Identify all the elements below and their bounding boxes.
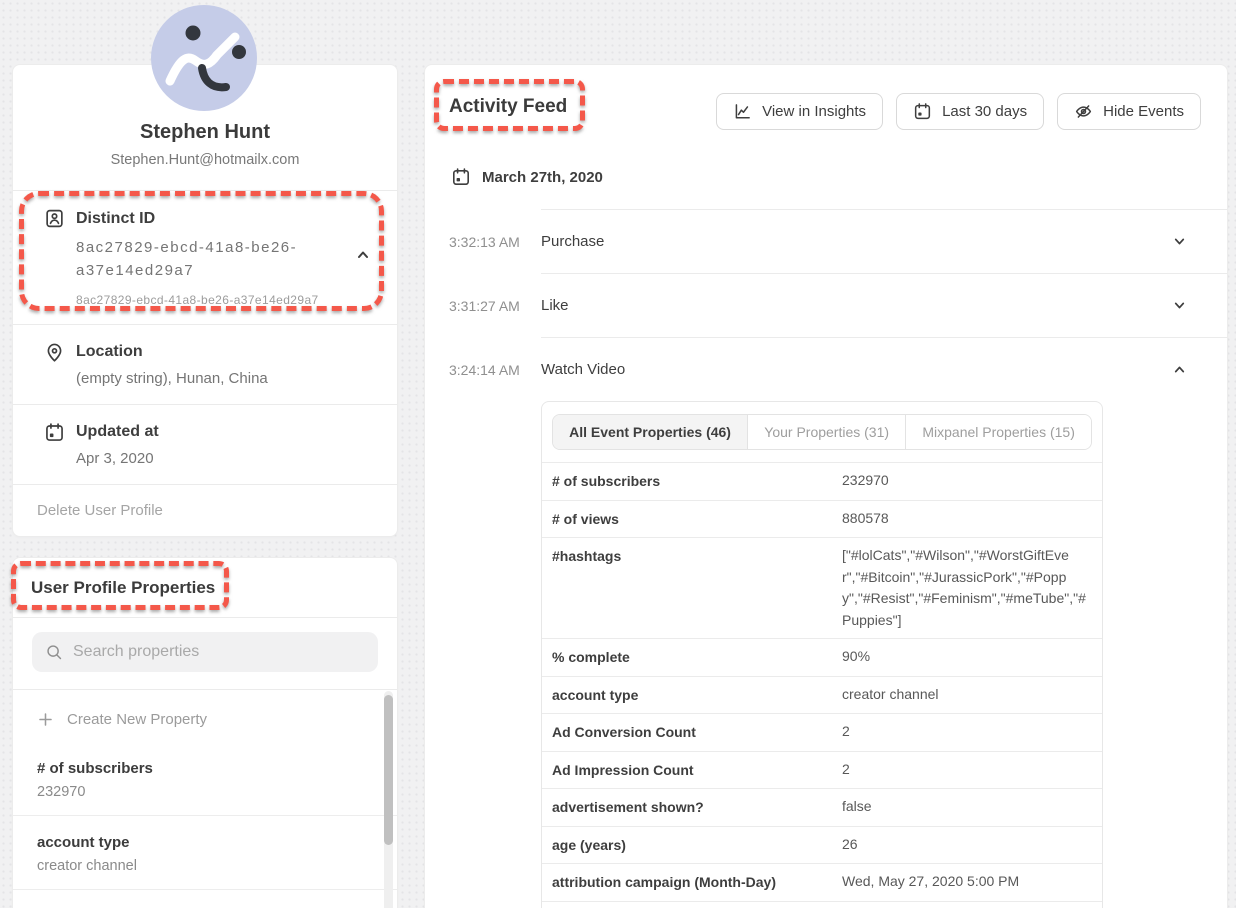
calendar-icon: [451, 167, 471, 187]
property-value: creator channel: [37, 858, 373, 874]
delete-user-profile-link[interactable]: Delete User Profile: [13, 484, 397, 536]
property-key: Ad Impression Count: [552, 759, 842, 782]
updated-at-section: Updated at Apr 3, 2020: [13, 404, 397, 484]
property-name: account type: [37, 834, 373, 851]
property-key: % complete: [552, 646, 842, 669]
event-properties-table: # of subscribers 232970 # of views 88057…: [542, 462, 1102, 908]
distinct-id-value: 8ac27829-ebcd-41a8-be26- a37e14ed29a7: [76, 236, 331, 283]
profile-card: Stephen Hunt Stephen.Hunt@hotmailx.com D…: [12, 64, 398, 537]
distinct-id-label: Distinct ID: [76, 210, 155, 228]
chevron-down-icon: [1172, 298, 1187, 313]
collapse-distinct-id-button[interactable]: [355, 247, 371, 263]
calendar-icon: [913, 102, 932, 121]
create-new-property-button[interactable]: Create New Property: [13, 690, 397, 738]
property-key: age (years): [552, 834, 842, 857]
search-properties-box[interactable]: [32, 632, 378, 672]
chevron-down-icon: [1172, 362, 1187, 377]
search-properties-input[interactable]: [73, 643, 365, 661]
profile-email: Stephen.Hunt@hotmailx.com: [37, 152, 373, 168]
table-row: Ad Impression Count 2: [542, 752, 1102, 790]
location-section: Location (empty string), Hunan, China: [13, 324, 397, 404]
properties-header: User Profile Properties: [13, 558, 397, 618]
property-key: # of subscribers: [552, 470, 842, 493]
property-value: 2: [842, 721, 1092, 744]
property-list-item[interactable]: account type creator channel: [13, 816, 397, 890]
properties-list: # of subscribers 232970 account type cre…: [13, 742, 397, 890]
scrollbar-thumb[interactable]: [384, 695, 393, 845]
event-row[interactable]: 3:31:27 AM Like: [541, 273, 1227, 337]
date-header: March 27th, 2020: [451, 167, 1227, 187]
location-label: Location: [76, 343, 143, 361]
property-key: # of views: [552, 508, 842, 531]
distinct-id-section: Distinct ID 8ac27829-ebcd-41a8-be26- a37…: [13, 190, 397, 324]
calendar-icon: [44, 422, 65, 443]
property-key: #hashtags: [552, 545, 842, 631]
profile-name: Stephen Hunt: [37, 121, 373, 144]
event-row[interactable]: 3:32:13 AM Purchase: [541, 209, 1227, 273]
id-badge-icon: [44, 208, 65, 229]
property-value: false: [842, 796, 1092, 819]
avatar: [151, 5, 257, 111]
search-icon: [45, 643, 63, 661]
date-header-label: March 27th, 2020: [482, 169, 603, 186]
event-name: Watch Video: [541, 361, 625, 378]
scrollbar-track: [384, 691, 393, 908]
event-name: Purchase: [541, 233, 604, 250]
events-list: 3:32:13 AM Purchase 3:31:27 AM Like 3:24…: [425, 209, 1227, 401]
event-time: 3:32:13 AM: [449, 234, 520, 250]
activity-feed-title: Activity Feed: [449, 93, 567, 118]
property-value: 880578: [842, 508, 1092, 531]
property-list-item[interactable]: # of subscribers 232970: [13, 742, 397, 816]
event-time: 3:31:27 AM: [449, 298, 520, 314]
event-time: 3:24:14 AM: [449, 362, 520, 378]
activity-feed-card: Activity Feed View in Insights Last 30 d…: [424, 64, 1228, 908]
property-value: creator channel: [842, 684, 1092, 707]
property-value: ["#lolCats","#Wilson","#WorstGiftEver","…: [842, 545, 1092, 631]
toolbar: View in Insights Last 30 days Hide Event…: [716, 93, 1201, 130]
property-value: 26: [842, 834, 1092, 857]
property-value: Wed, May 27, 2020 5:00 PM: [842, 871, 1092, 894]
line-chart-icon: [733, 102, 752, 121]
table-row: advertisement shown? false: [542, 789, 1102, 827]
property-value: 2: [842, 759, 1092, 782]
user-profile-properties-card: User Profile Properties Create New Prope…: [12, 557, 398, 908]
table-row: attribution channel Facebook: [542, 902, 1102, 908]
event-properties-panel: All Event Properties (46) Your Propertie…: [541, 401, 1103, 908]
table-row: % complete 90%: [542, 639, 1102, 677]
table-row: # of subscribers 232970: [542, 463, 1102, 501]
chevron-down-icon: [1172, 234, 1187, 249]
event-row[interactable]: 3:24:14 AM Watch Video: [541, 337, 1227, 401]
event-properties-tab[interactable]: All Event Properties (46): [553, 415, 748, 449]
table-row: Ad Conversion Count 2: [542, 714, 1102, 752]
table-row: #hashtags ["#lolCats","#Wilson","#WorstG…: [542, 538, 1102, 639]
location-pin-icon: [44, 342, 65, 363]
plus-icon: [37, 711, 54, 728]
property-key: attribution campaign (Month-Day): [552, 871, 842, 894]
table-row: # of views 880578: [542, 501, 1102, 539]
user-profile-page: Stephen Hunt Stephen.Hunt@hotmailx.com D…: [0, 0, 1236, 908]
property-key: Ad Conversion Count: [552, 721, 842, 744]
properties-title: User Profile Properties: [31, 578, 215, 598]
property-value: 232970: [842, 470, 1092, 493]
event-name: Like: [541, 297, 569, 314]
property-value: 232970: [37, 784, 373, 800]
distinct-id-full-value: 8ac27829-ebcd-41a8-be26-a37e14ed29a7: [76, 293, 373, 307]
location-value: (empty string), Hunan, China: [76, 370, 373, 387]
property-name: # of subscribers: [37, 760, 373, 777]
event-properties-tab[interactable]: Mixpanel Properties (15): [906, 415, 1091, 449]
updated-at-value: Apr 3, 2020: [76, 450, 373, 467]
table-row: age (years) 26: [542, 827, 1102, 865]
table-row: attribution campaign (Month-Day) Wed, Ma…: [542, 864, 1102, 902]
hide-events-button[interactable]: Hide Events: [1057, 93, 1201, 130]
table-row: account type creator channel: [542, 677, 1102, 715]
property-value: 90%: [842, 646, 1092, 669]
property-key: account type: [552, 684, 842, 707]
event-properties-tab[interactable]: Your Properties (31): [748, 415, 906, 449]
view-in-insights-button[interactable]: View in Insights: [716, 93, 883, 130]
eye-off-icon: [1074, 102, 1093, 121]
event-properties-tabs: All Event Properties (46) Your Propertie…: [552, 414, 1092, 450]
property-key: advertisement shown?: [552, 796, 842, 819]
updated-at-label: Updated at: [76, 423, 159, 441]
date-range-button[interactable]: Last 30 days: [896, 93, 1044, 130]
